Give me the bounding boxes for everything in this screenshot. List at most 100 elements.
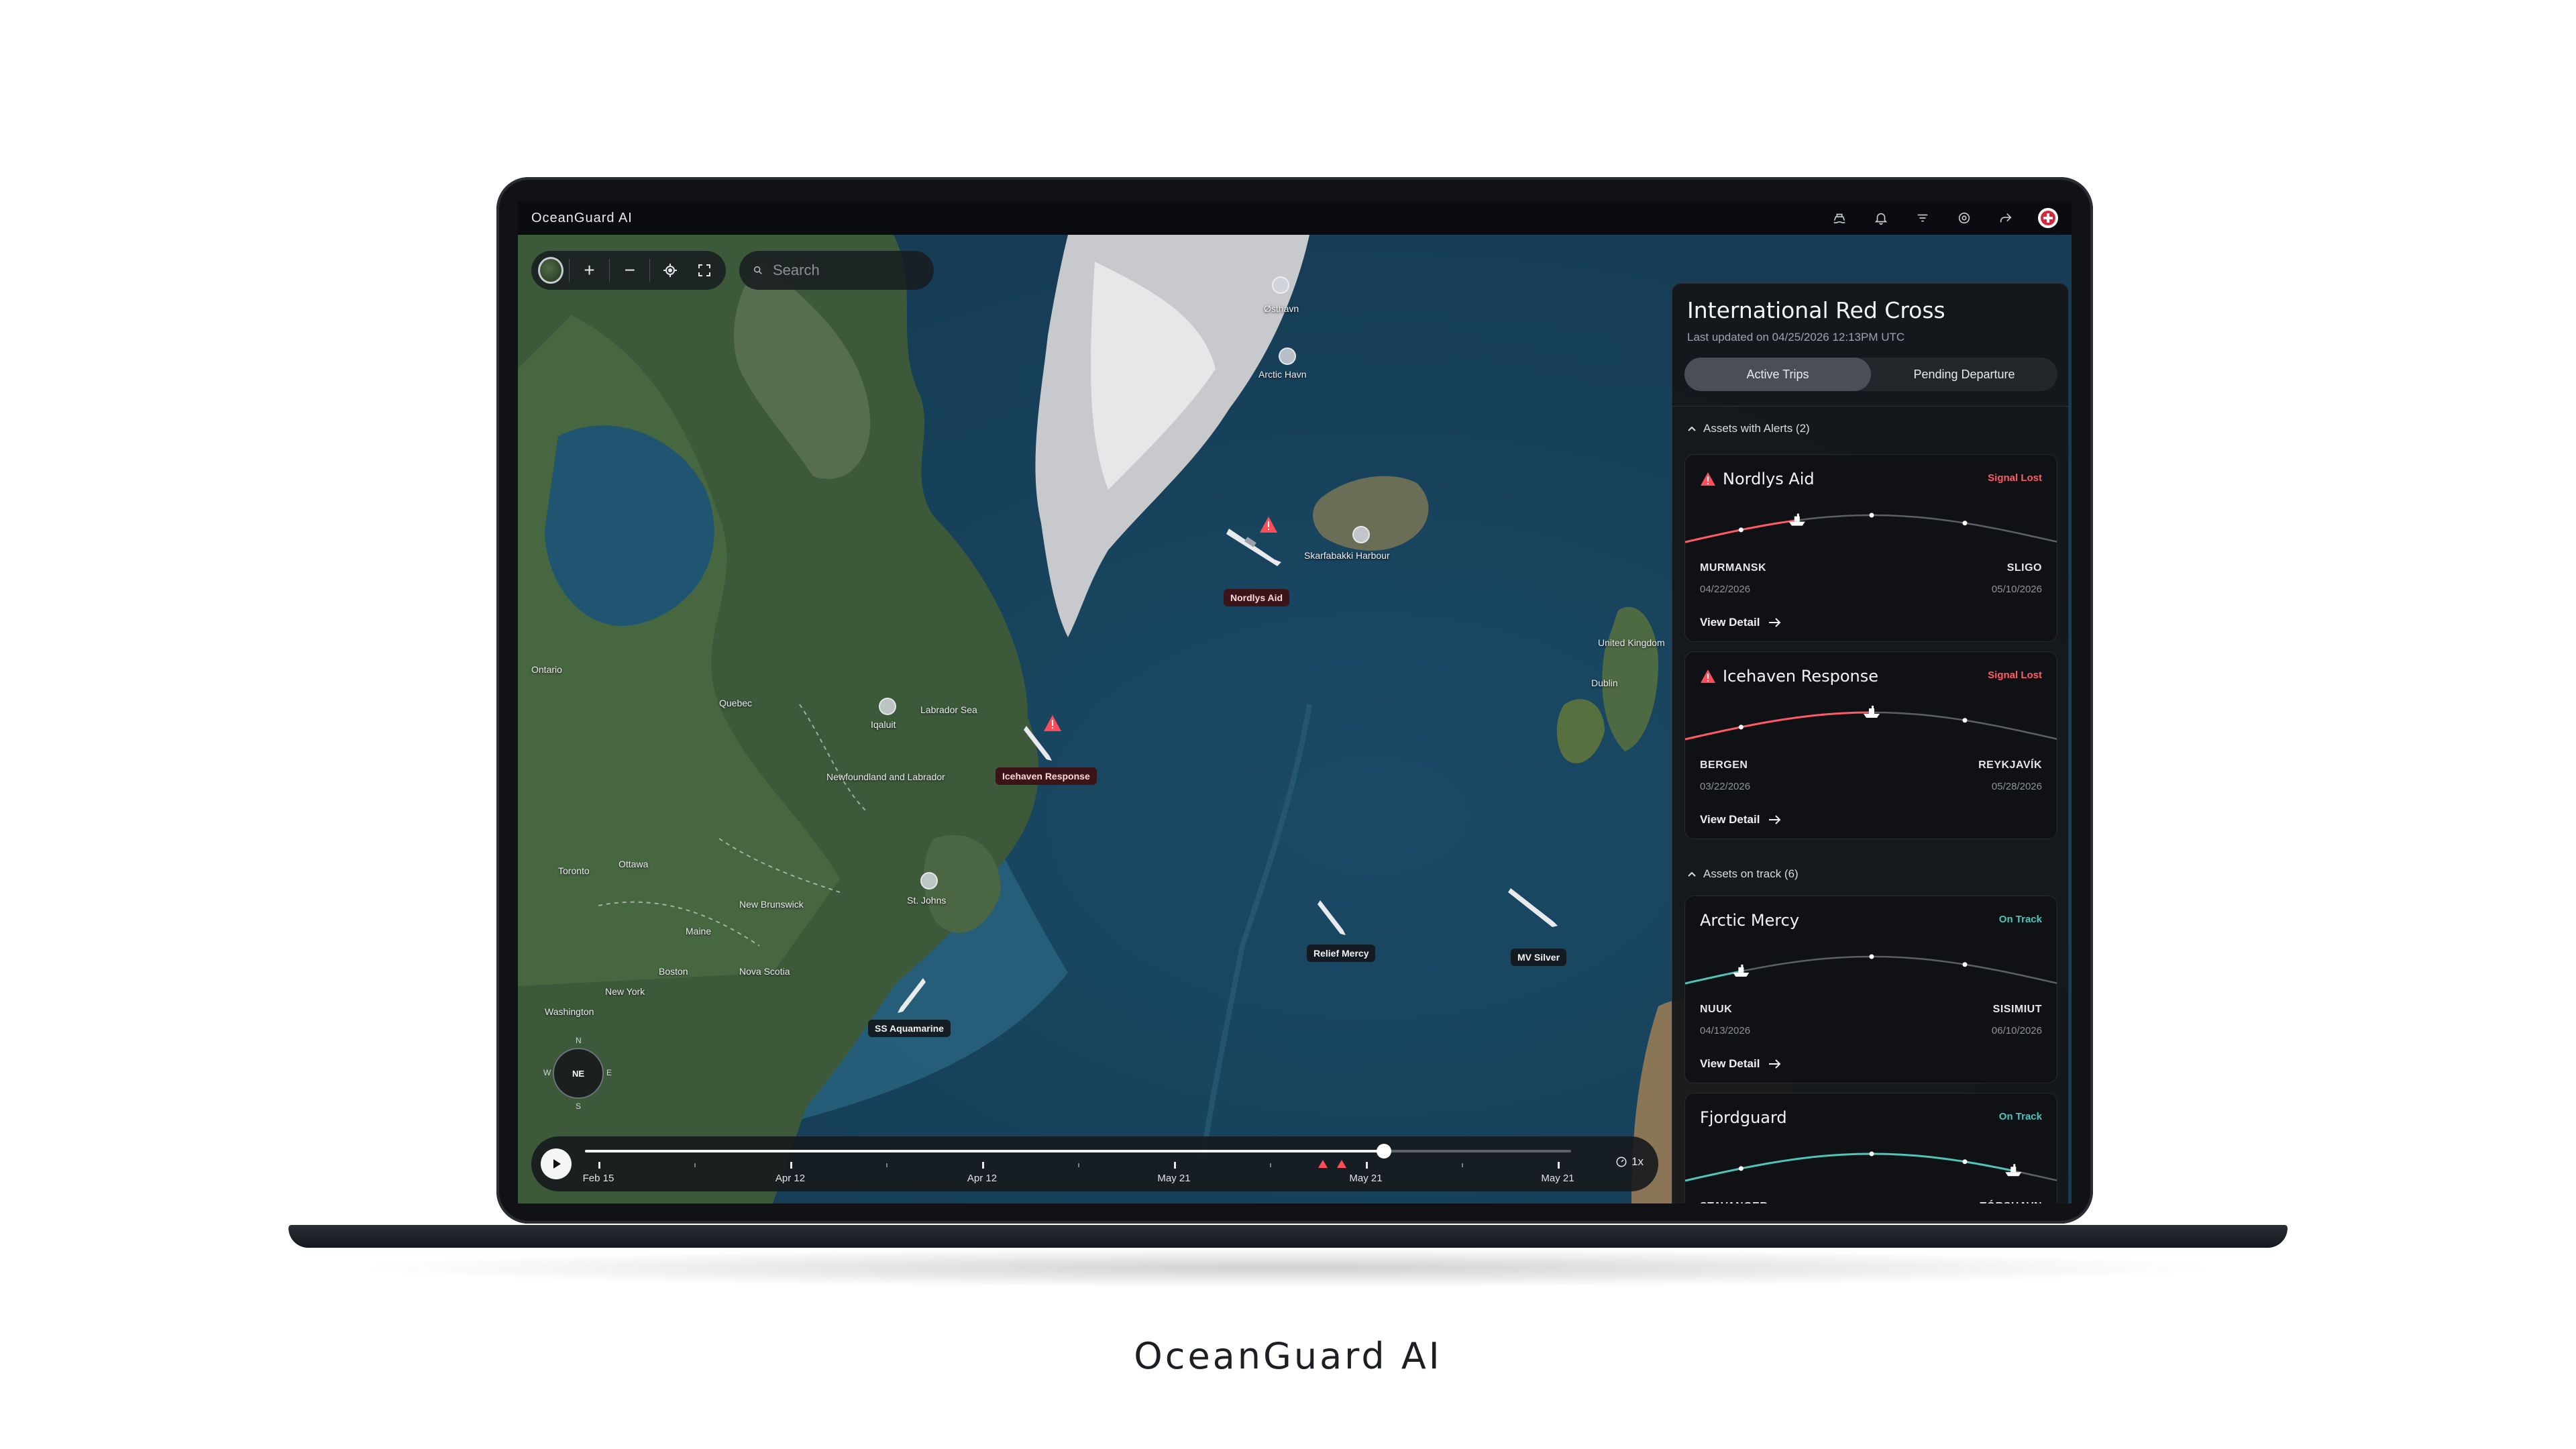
play-button[interactable] — [541, 1148, 572, 1179]
playback-speed[interactable]: 1x — [1615, 1155, 1644, 1169]
compass-heading: NE — [572, 1068, 585, 1079]
zoom-out-button[interactable]: − — [615, 255, 644, 286]
origin-port: STAVANGER — [1700, 1201, 1768, 1203]
ship-icon[interactable] — [894, 975, 927, 1016]
ship-icon[interactable] — [1507, 884, 1560, 931]
divider — [649, 259, 651, 282]
compass-south: S — [576, 1102, 582, 1111]
timeline-minor-tick — [1270, 1163, 1271, 1167]
place-label: Maine — [686, 926, 712, 936]
route-progress-arc — [1685, 1151, 2057, 1182]
asset-card[interactable]: FjordguardOn TrackSTAVANGERTÓRSHAVN04/22… — [1684, 1093, 2057, 1203]
place-label: Nova Scotia — [739, 966, 790, 977]
tab-active-trips[interactable]: Active Trips — [1684, 358, 1871, 391]
search-input[interactable] — [773, 262, 920, 279]
place-label: New Brunswick — [739, 899, 804, 910]
ship-label[interactable]: SS Aquamarine — [868, 1020, 951, 1037]
port-pin[interactable] — [879, 698, 896, 715]
map-canvas[interactable]: Ontario Quebec Newfoundland and Labrador… — [518, 235, 2072, 1203]
red-cross-avatar[interactable] — [2038, 208, 2058, 228]
compass-north: N — [576, 1036, 582, 1045]
arrow-right-icon — [1769, 815, 1781, 824]
destination-port: REYKJAVÍK — [1978, 759, 2042, 771]
place-label: United Kingdom — [1598, 637, 1665, 648]
departure-date: 03/22/2026 — [1700, 781, 1751, 792]
timeline-tick — [790, 1162, 792, 1169]
origin-port: MURMANSK — [1700, 562, 1767, 574]
speed-icon — [1616, 1157, 1627, 1167]
timeline-date-label: Apr 12 — [967, 1173, 998, 1184]
laptop-base — [288, 1225, 2288, 1248]
arrow-right-icon — [1769, 1059, 1781, 1069]
fullscreen-icon[interactable] — [690, 255, 719, 286]
assets-panel: International Red Cross Last updated on … — [1672, 283, 2069, 1203]
ship-label[interactable]: Relief Mercy — [1307, 945, 1376, 962]
port-pin[interactable] — [920, 872, 938, 890]
port-pin[interactable] — [1279, 347, 1296, 365]
asset-name-text: Fjordguard — [1700, 1108, 1787, 1127]
view-detail-link[interactable]: View Detail — [1700, 1057, 1782, 1071]
top-bar-actions — [1830, 208, 2058, 228]
departure-date: 04/22/2026 — [1700, 584, 1751, 595]
view-detail-label: View Detail — [1700, 616, 1760, 629]
asset-card[interactable]: Icehaven Response Signal Lost BERGEN REYKJA… — [1684, 651, 2057, 839]
ship-icon[interactable] — [1830, 209, 1849, 227]
place-label: Ottawa — [619, 859, 649, 869]
ship-label[interactable]: Icehaven Response — [996, 767, 1097, 785]
ontrack-section-toggle[interactable]: Assets on track (6) — [1687, 867, 1799, 881]
locate-icon[interactable] — [655, 255, 684, 286]
ship-label[interactable]: MV Silver — [1511, 949, 1567, 966]
timeline-date-label: May 21 — [1349, 1173, 1383, 1184]
place-label: Labrador Sea — [920, 704, 977, 715]
settings-icon[interactable] — [1955, 209, 1974, 227]
compass[interactable]: NE — [553, 1048, 604, 1099]
map-controls: + − — [531, 251, 726, 290]
alert-icon — [1701, 669, 1715, 683]
timeline-handle[interactable] — [1376, 1144, 1391, 1159]
search-icon — [754, 266, 762, 274]
origin-port: NUUK — [1700, 1004, 1733, 1015]
timeline-minor-tick — [1462, 1163, 1463, 1167]
place-label: Quebec — [719, 698, 753, 708]
destination-port: SLIGO — [2006, 562, 2042, 574]
filter-icon[interactable] — [1913, 209, 1932, 227]
place-label: Washington — [545, 1006, 594, 1017]
timeline-scrubber[interactable]: Feb 15 Apr 12 Apr 12 May 21 May 21 May 21 1x — [531, 1136, 1658, 1191]
last-updated: Last updated on 04/25/2026 12:13PM UTC — [1687, 331, 1905, 343]
timeline-date-label: May 21 — [1541, 1173, 1574, 1184]
asset-card[interactable]: Nordlys Aid Signal Lost MURMANSK SLIGO 04/22… — [1684, 454, 2057, 642]
alert-icon — [1260, 517, 1277, 533]
origin-port: BERGEN — [1700, 759, 1748, 771]
timeline-track[interactable] — [585, 1144, 1571, 1159]
timeline-alert-icon[interactable] — [1336, 1159, 1347, 1169]
app-title: OceanGuard AI — [531, 210, 633, 225]
tab-pending-departure[interactable]: Pending Departure — [1871, 358, 2057, 391]
ship-label[interactable]: Nordlys Aid — [1224, 589, 1290, 606]
alert-icon — [1701, 472, 1715, 486]
route-progress-arc — [1685, 706, 2057, 741]
alerts-section-toggle[interactable]: Assets with Alerts (2) — [1687, 422, 1810, 435]
layer-toggle[interactable] — [538, 257, 564, 284]
port-pin[interactable] — [1352, 526, 1370, 543]
place-label: New York — [605, 986, 645, 997]
zoom-in-button[interactable]: + — [575, 255, 604, 286]
timeline-date-label: May 21 — [1157, 1173, 1191, 1184]
share-icon[interactable] — [1996, 209, 2015, 227]
view-detail-link[interactable]: View Detail — [1700, 616, 1782, 629]
ship-icon[interactable] — [1316, 898, 1350, 938]
timeline-alert-icon[interactable] — [1318, 1159, 1328, 1169]
panel-title: International Red Cross — [1687, 297, 1945, 323]
asset-name: Arctic Mercy — [1700, 911, 1799, 930]
place-label: Dublin — [1591, 678, 1618, 688]
bell-icon[interactable] — [1872, 209, 1890, 227]
status-badge: Signal Lost — [1988, 669, 2042, 681]
compass-east: E — [606, 1068, 612, 1077]
asset-name: Fjordguard — [1700, 1108, 1787, 1127]
port-pin[interactable] — [1272, 276, 1289, 294]
port-name: Arctic Havn — [1258, 369, 1307, 380]
brand-caption: OceanGuard AI — [1134, 1335, 1442, 1377]
map-search[interactable] — [739, 251, 934, 290]
asset-card[interactable]: Arctic Mercy On Track NUUK SISIMIUT 04/13/20… — [1684, 896, 2057, 1083]
view-detail-link[interactable]: View Detail — [1700, 813, 1782, 826]
departure-date: 04/13/2026 — [1700, 1025, 1751, 1036]
